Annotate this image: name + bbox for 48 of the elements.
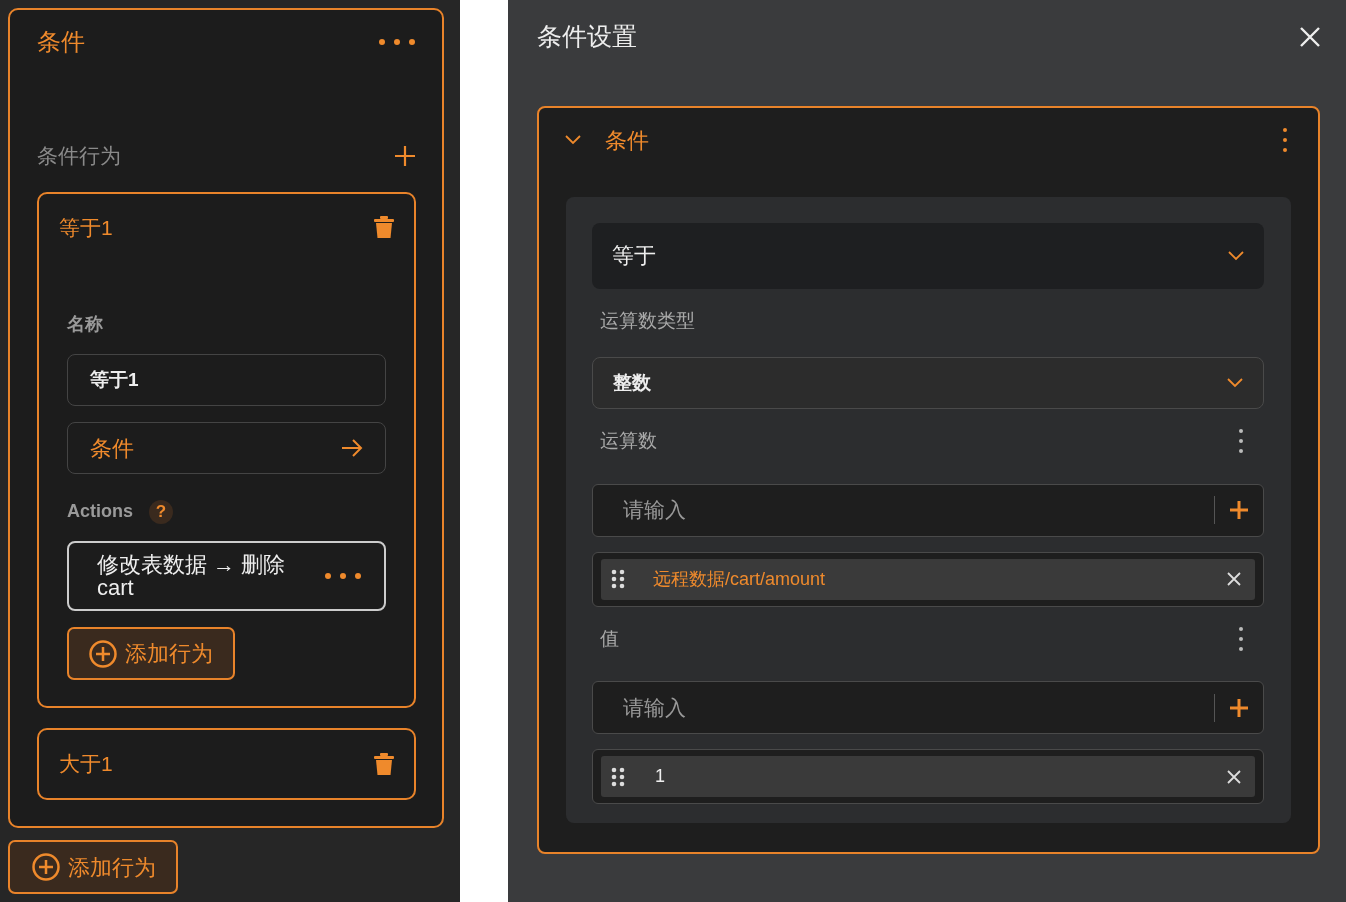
- behavior-title: 等于1: [59, 214, 113, 241]
- chevron-down-icon[interactable]: [1227, 378, 1243, 388]
- add-icon[interactable]: [394, 144, 416, 167]
- close-icon[interactable]: [1227, 769, 1241, 784]
- add-action-button[interactable]: 添加行为: [67, 627, 235, 680]
- more-vertical-icon[interactable]: [1238, 625, 1244, 652]
- condition-label: 条件: [90, 434, 134, 463]
- panel-title: 条件: [37, 27, 85, 57]
- card-title: 条件: [605, 126, 649, 155]
- tag-text: 1: [655, 765, 666, 788]
- more-icon[interactable]: [378, 38, 416, 46]
- plus-circle-icon: [89, 639, 117, 668]
- value-input-field[interactable]: 请输入: [621, 493, 1214, 527]
- trash-icon[interactable]: [374, 216, 394, 239]
- field-label: 运算数类型: [600, 308, 696, 333]
- drag-handle-icon[interactable]: [611, 765, 625, 788]
- operand-type-select[interactable]: 整数: [592, 357, 1264, 409]
- add-icon[interactable]: [1229, 500, 1249, 520]
- actions-label: Actions: [67, 500, 133, 523]
- value-input-box[interactable]: 请输入: [592, 681, 1264, 734]
- action-item[interactable]: 修改表数据 → 删除 cart: [67, 541, 386, 611]
- section-label: 条件行为: [37, 143, 121, 169]
- action-text: 修改表数据 → 删除 cart: [97, 552, 287, 600]
- more-vertical-icon[interactable]: [1282, 127, 1288, 153]
- field-label: 名称: [67, 313, 104, 336]
- close-icon[interactable]: [1227, 572, 1241, 586]
- value-input-field[interactable]: 请输入: [621, 690, 1214, 725]
- more-vertical-icon[interactable]: [1238, 428, 1244, 455]
- trash-icon[interactable]: [374, 752, 394, 775]
- tag-text: 远程数据/cart/amount: [653, 567, 827, 591]
- value-input-box[interactable]: 请输入: [592, 483, 1264, 537]
- add-action-button[interactable]: 添加行为: [8, 840, 178, 894]
- drag-handle-icon[interactable]: [611, 568, 625, 590]
- behavior-title: 大于1: [59, 751, 113, 777]
- more-icon[interactable]: [324, 572, 362, 580]
- close-icon[interactable]: [1300, 26, 1320, 47]
- plus-circle-icon: [32, 853, 60, 881]
- add-icon[interactable]: [1229, 697, 1249, 718]
- name-input[interactable]: 等于1: [67, 354, 386, 406]
- operator-select[interactable]: 等于: [592, 222, 1264, 289]
- field-label: 运算数: [600, 429, 657, 453]
- chevron-down-icon[interactable]: [565, 135, 581, 145]
- arrow-right-icon: [341, 438, 363, 458]
- help-icon[interactable]: ?: [149, 499, 173, 524]
- field-label: 值: [600, 626, 619, 651]
- chevron-down-icon[interactable]: [1228, 250, 1244, 261]
- dialog-title: 条件设置: [537, 21, 637, 52]
- condition-link[interactable]: 条件: [67, 422, 386, 474]
